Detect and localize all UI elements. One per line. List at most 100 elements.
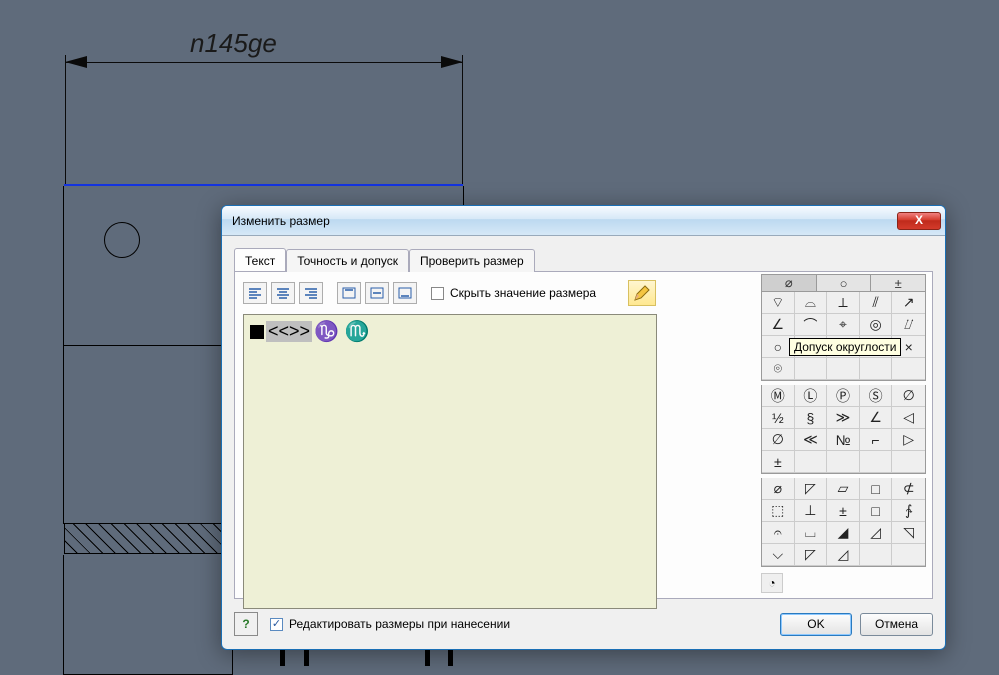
symbol-cell[interactable]: ≪ (795, 429, 828, 451)
symbol-cell[interactable]: ⌵ (762, 544, 795, 566)
sym-tab-circle[interactable]: ○ (817, 275, 872, 291)
dim-arrow-right (441, 56, 463, 68)
symbol-cell[interactable]: 𝄐 (762, 522, 795, 544)
edit-on-place-label: Редактировать размеры при нанесении (289, 617, 510, 631)
symbol-cell[interactable]: ½ (762, 407, 795, 429)
ok-button[interactable]: OK (780, 613, 852, 636)
valign-top-button[interactable] (337, 282, 361, 304)
dialog-body: Текст Точность и допуск Проверить размер… (234, 248, 933, 599)
dialog-title: Изменить размер (232, 214, 897, 228)
dim-prefix: n (190, 28, 204, 58)
part-outline-mid (63, 346, 233, 524)
sym-tab-diameter[interactable]: ⌀ (762, 275, 817, 291)
symbol-cell[interactable] (795, 358, 828, 380)
symbol-cell[interactable]: ∅ (892, 385, 925, 407)
edit-dimension-dialog: Изменить размер X Текст Точность и допус… (221, 205, 946, 650)
symbol-cell[interactable] (795, 451, 828, 473)
dialog-footer: ? ✓ Редактировать размеры при нанесении … (234, 609, 933, 639)
symbol-cell[interactable]: ⊥ (795, 500, 828, 522)
symbol-cell[interactable]: ≫ (827, 407, 860, 429)
symbol-cell[interactable]: Ⓛ (795, 385, 828, 407)
align-center-button[interactable] (271, 282, 295, 304)
tab-strip: Текст Точность и допуск Проверить размер (234, 248, 933, 272)
part-outline-bot (63, 555, 233, 675)
tab-panel-text: Скрыть значение размера <<>> ♑ ♏ ⌀ ○ ± (234, 272, 933, 599)
symbol-cell[interactable]: ⊄ (892, 478, 925, 500)
symbol-cell[interactable] (892, 358, 925, 380)
dimension-token[interactable]: <<>> (266, 321, 312, 342)
symbol-cell[interactable]: ◸ (795, 544, 828, 566)
symbol-cell[interactable] (860, 358, 893, 380)
symbol-cell[interactable]: ▷ (892, 429, 925, 451)
symbol-cell[interactable]: □ (860, 500, 893, 522)
dimension-text: n145ge (190, 28, 277, 59)
symbol-cell[interactable]: ◸ (795, 478, 828, 500)
symbol-cell[interactable]: ± (827, 500, 860, 522)
help-button[interactable]: ? (234, 612, 258, 636)
tab-precision-tolerance[interactable]: Точность и допуск (286, 249, 409, 272)
symbol-tooltip: Допуск округлости (789, 338, 901, 356)
hatch-section (64, 524, 233, 554)
symbol-cell[interactable] (827, 451, 860, 473)
symbol-cell[interactable] (892, 544, 925, 566)
edit-on-place-checkbox[interactable]: ✓ (270, 618, 283, 631)
symbol-cell[interactable]: ⌖ (827, 314, 860, 336)
extension-line-left (65, 55, 66, 185)
edit-pencil-button[interactable] (628, 280, 656, 306)
symbol-cell[interactable]: § (795, 407, 828, 429)
symbol-cell[interactable] (827, 358, 860, 380)
symbol-cell[interactable]: ◎ (860, 314, 893, 336)
sym-tab-plusminus[interactable]: ± (871, 275, 925, 291)
symbol-cell[interactable]: ⬚ (762, 500, 795, 522)
symbol-cell[interactable]: ⌓ (795, 292, 828, 314)
symbol-protractor[interactable]: ◔ (761, 573, 783, 593)
close-button[interactable]: X (897, 212, 941, 230)
align-right-button[interactable] (299, 282, 323, 304)
symbol-cell[interactable]: Ⓟ (827, 385, 860, 407)
symbol-cell[interactable]: ↗ (892, 292, 925, 314)
symbol-cell[interactable]: ⌴ (795, 522, 828, 544)
appended-symbols[interactable]: ♑ ♏ (314, 319, 369, 344)
symbol-cell[interactable]: Ⓜ (762, 385, 795, 407)
symbol-grid-modifiers: ⓂⓁⓅⓈ∅½§≫∠◁∅≪№⌐▷± (761, 385, 926, 474)
symbol-cell[interactable]: ◿ (860, 522, 893, 544)
symbol-cell[interactable]: □ (860, 478, 893, 500)
tab-inspect[interactable]: Проверить размер (409, 249, 535, 272)
symbol-cell[interactable]: ◢ (827, 522, 860, 544)
symbol-cell[interactable]: ◁ (892, 407, 925, 429)
symbol-cell[interactable]: ⌰ (892, 314, 925, 336)
align-left-button[interactable] (243, 282, 267, 304)
symbol-cell[interactable]: ▱ (827, 478, 860, 500)
symbol-cell[interactable]: Ⓢ (860, 385, 893, 407)
symbol-cell[interactable]: ⌀ (762, 478, 795, 500)
symbol-cell[interactable]: ∠ (860, 407, 893, 429)
format-marker-icon (250, 325, 264, 339)
dimension-text-editor[interactable]: <<>> ♑ ♏ (243, 314, 657, 609)
symbol-cell[interactable]: № (827, 429, 860, 451)
dim-value: 145 (204, 28, 247, 58)
valign-middle-button[interactable] (365, 282, 389, 304)
symbol-cell[interactable]: ◹ (892, 522, 925, 544)
hide-value-label: Скрыть значение размера (450, 286, 596, 300)
valign-bottom-button[interactable] (393, 282, 417, 304)
symbol-cell[interactable] (892, 451, 925, 473)
symbol-grid-features: ⌀◸▱□⊄⬚⊥±□∱𝄐⌴◢◿◹⌵◸◿ (761, 478, 926, 567)
symbol-cell[interactable]: ∅ (762, 429, 795, 451)
symbol-cell[interactable]: ⫽ (860, 292, 893, 314)
hide-value-checkbox[interactable] (431, 287, 444, 300)
symbol-cell[interactable]: ∱ (892, 500, 925, 522)
dim-suffix: ge (248, 28, 277, 58)
symbol-cell[interactable]: ⟂ (827, 292, 860, 314)
symbol-cell[interactable]: ⌐ (860, 429, 893, 451)
symbol-cell[interactable]: ◿ (827, 544, 860, 566)
symbol-cell[interactable]: ∠ (762, 314, 795, 336)
symbol-cell[interactable] (860, 544, 893, 566)
tab-text[interactable]: Текст (234, 248, 286, 271)
dialog-titlebar[interactable]: Изменить размер X (222, 206, 945, 236)
symbol-cell[interactable] (860, 451, 893, 473)
symbol-cell[interactable]: ± (762, 451, 795, 473)
cancel-button[interactable]: Отмена (860, 613, 933, 636)
symbol-cell[interactable]: ⌔ (762, 292, 795, 314)
symbol-cell[interactable]: ⌾ (762, 358, 795, 380)
symbol-cell[interactable]: ⌒ (795, 314, 828, 336)
